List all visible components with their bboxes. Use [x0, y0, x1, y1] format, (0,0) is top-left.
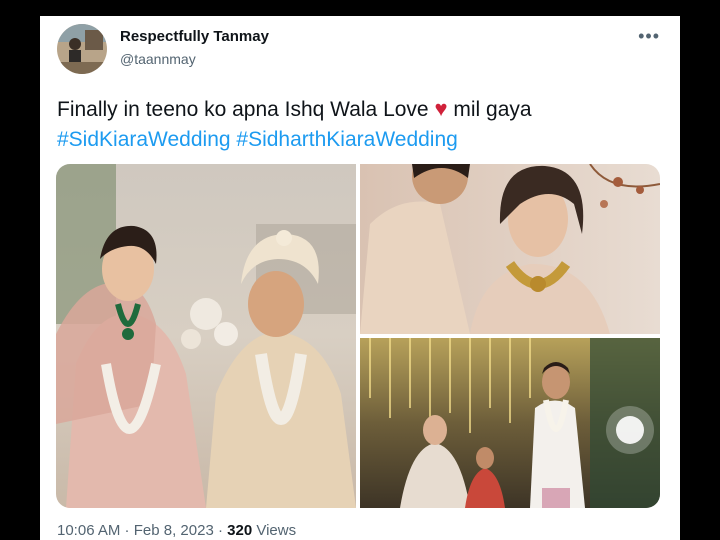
user-handle[interactable]: @taannmay [120, 51, 196, 67]
display-name[interactable]: Respectfully Tanmay [120, 28, 269, 45]
hashtag-sidharthkiarawedding[interactable]: #SidharthKiaraWedding [236, 128, 457, 151]
photo-wedding-couple-seated[interactable] [56, 164, 356, 508]
tweet-date[interactable]: Feb 8, 2023 [134, 522, 214, 539]
tweet-meta: 10:06 AM · Feb 8, 2023 · 320 Views [57, 522, 296, 539]
meta-separator-2: · [213, 522, 228, 539]
tweet-text: Finally in teeno ko apna Ishq Wala Love … [57, 94, 532, 155]
more-icon[interactable]: ••• [638, 26, 660, 47]
tweet-text-start: Finally in teeno ko apna Ishq Wala Love [57, 98, 435, 121]
hashtag-sidkiarawedding[interactable]: #SidKiaraWedding [57, 128, 231, 151]
photo-wedding-ceremony[interactable] [360, 338, 660, 508]
tweet-card: Respectfully Tanmay @taannmay ••• Finall… [40, 16, 680, 540]
tweet-text-end: mil gaya [447, 98, 532, 121]
media-grid [56, 164, 660, 508]
avatar[interactable] [57, 24, 107, 74]
meta-separator-1: · [120, 522, 134, 539]
photo-couple-closeup[interactable] [360, 164, 660, 334]
heart-emoji-icon: ♥ [434, 96, 448, 121]
views-count: 320 [227, 522, 253, 539]
tweet-time[interactable]: 10:06 AM [57, 522, 120, 539]
views-label: Views [256, 522, 297, 539]
